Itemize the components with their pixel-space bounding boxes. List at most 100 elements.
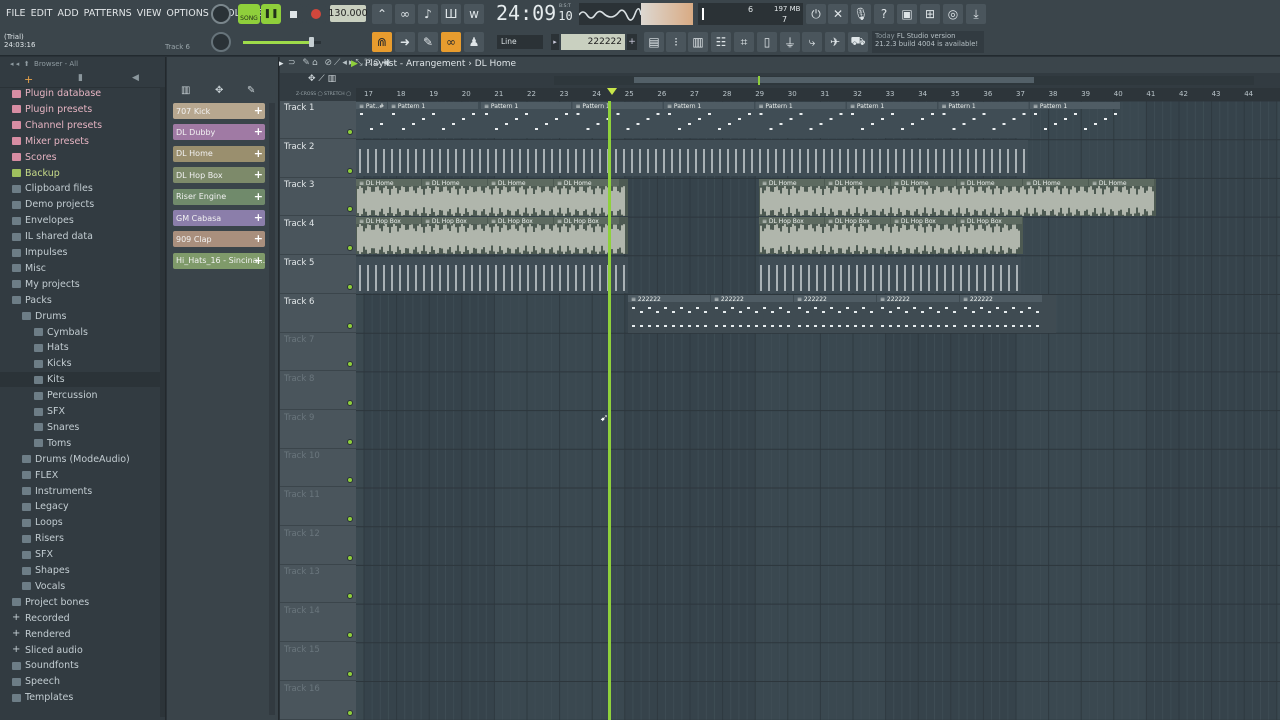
browser-item-cymbals[interactable]: Cymbals: [0, 325, 160, 340]
stamp-tool-icon[interactable]: ♟: [464, 32, 484, 52]
browser-item-misc[interactable]: Misc: [0, 261, 160, 276]
project-icon[interactable]: ▯: [757, 32, 777, 52]
horizontal-scrollbar[interactable]: [554, 76, 1254, 85]
save-icon[interactable]: ▣: [897, 4, 917, 24]
tools-icon[interactable]: ✕: [828, 4, 848, 24]
track-header[interactable]: Track 10: [280, 449, 356, 488]
browser-item-il-shared-data[interactable]: IL shared data: [0, 229, 160, 244]
browser-icon[interactable]: ⌗: [734, 32, 754, 52]
picker-item[interactable]: 909 Clap +: [173, 231, 265, 248]
menu-view[interactable]: VIEW: [137, 8, 162, 19]
browser-item-recorded[interactable]: + Recorded: [0, 611, 160, 626]
menu-add[interactable]: ADD: [58, 8, 79, 19]
picker-pencil-icon[interactable]: ✎: [247, 85, 255, 96]
track-header[interactable]: Track 5: [280, 256, 356, 294]
browser-item-flex[interactable]: FLEX: [0, 468, 160, 483]
playlist-icon[interactable]: ▤: [644, 32, 664, 52]
browser-item-channel-presets[interactable]: Channel presets: [0, 118, 160, 133]
channel-rack-icon[interactable]: ⁝: [666, 32, 686, 52]
track-mute-led[interactable]: [347, 632, 353, 639]
download-icon[interactable]: ⤓: [966, 4, 986, 24]
pencil-tool-icon[interactable]: ✎: [418, 32, 438, 52]
browser-item-drums[interactable]: Drums: [0, 309, 160, 324]
track-header[interactable]: Track 8: [280, 372, 356, 410]
tempo-display[interactable]: 130.000: [328, 5, 368, 22]
picker-item[interactable]: Riser Engine +: [173, 188, 265, 205]
picker-item[interactable]: DL Hop Box +: [173, 167, 265, 184]
menu-options[interactable]: OPTIONS: [166, 8, 208, 19]
browser-item-project-bones[interactable]: Project bones: [0, 595, 160, 610]
add-clip-icon[interactable]: +: [254, 190, 263, 203]
main-pitch-knob[interactable]: [211, 32, 231, 52]
track-header[interactable]: Track 1: [280, 101, 356, 139]
picker-item[interactable]: DL Dubby +: [173, 124, 265, 141]
microphone-icon[interactable]: 🎙: [851, 4, 871, 24]
track-header[interactable]: Track 6: [280, 295, 356, 333]
pattern-song-toggle-icon[interactable]: ⌃: [372, 4, 392, 24]
browser-item-shapes[interactable]: Shapes: [0, 563, 160, 578]
track-mute-led[interactable]: [347, 709, 353, 716]
stop-button[interactable]: [283, 4, 303, 24]
help-icon[interactable]: ?: [874, 4, 894, 24]
shop-icon[interactable]: ⛟: [848, 32, 868, 52]
browser-item-risers[interactable]: Risers: [0, 531, 160, 546]
picker-icon[interactable]: ⤷: [802, 32, 822, 52]
track-mute-led[interactable]: [347, 283, 353, 290]
browser-item-sfx[interactable]: SFX: [0, 547, 160, 562]
track-mute-led[interactable]: [347, 361, 353, 368]
browser-item-loops[interactable]: Loops: [0, 515, 160, 530]
browser-item-impulses[interactable]: Impulses: [0, 245, 160, 260]
browser-item-scores[interactable]: Scores: [0, 150, 160, 165]
add-clip-icon[interactable]: +: [254, 232, 263, 245]
add-clip-icon[interactable]: +: [254, 168, 263, 181]
browser-item-clipboard-files[interactable]: Clipboard files: [0, 181, 160, 196]
browser-item-instruments[interactable]: Instruments: [0, 484, 160, 499]
browser-item-toms[interactable]: Toms: [0, 436, 160, 451]
news-panel[interactable]: Today FL Studio version 21.2.3 build 400…: [872, 31, 984, 53]
chat-icon[interactable]: ◎: [943, 4, 963, 24]
browser-item-vocals[interactable]: Vocals: [0, 579, 160, 594]
browser-item-plugin-presets[interactable]: Plugin presets: [0, 102, 160, 117]
menu-file[interactable]: FILE: [6, 8, 26, 19]
track-mute-led[interactable]: [347, 245, 353, 252]
snap-magnet-icon[interactable]: ⋒: [372, 32, 392, 52]
track-mute-led[interactable]: [347, 322, 353, 329]
browser-item-rendered[interactable]: + Rendered: [0, 627, 160, 642]
mixer-window-icon[interactable]: ☷: [711, 32, 731, 52]
metronome-icon[interactable]: ∞: [395, 4, 415, 24]
menu-patterns[interactable]: PATTERNS: [84, 8, 132, 19]
track-header[interactable]: Track 14: [280, 604, 356, 643]
track-header[interactable]: Track 3: [280, 178, 356, 217]
snap-grid-icon[interactable]: ✥ ⟋ ▥: [308, 74, 336, 84]
playhead-marker-icon[interactable]: [607, 88, 617, 95]
picker-item[interactable]: GM Cabasa +: [173, 210, 265, 226]
track-mute-led[interactable]: [347, 438, 353, 445]
blend-notes-icon[interactable]: Ш: [441, 4, 461, 24]
browser-add-icon[interactable]: +: [24, 73, 33, 86]
browser-item-hats[interactable]: Hats: [0, 340, 160, 355]
browser-scrollbar[interactable]: [160, 87, 165, 717]
arrow-tool-icon[interactable]: ➜: [395, 32, 415, 52]
oscilloscope[interactable]: [579, 3, 641, 25]
browser-item-legacy[interactable]: Legacy: [0, 499, 160, 514]
menu-edit[interactable]: EDIT: [31, 8, 53, 19]
track-header[interactable]: Track 11: [280, 488, 356, 526]
track-header[interactable]: Track 4: [280, 217, 356, 256]
browser-item-kits[interactable]: Kits: [0, 372, 160, 388]
browser-item-envelopes[interactable]: Envelopes: [0, 213, 160, 228]
browser-item-demo-projects[interactable]: Demo projects: [0, 197, 160, 212]
browser-speaker-icon[interactable]: ◀: [132, 73, 139, 83]
touch-keyboard-icon[interactable]: ✈: [825, 32, 845, 52]
power-icon[interactable]: ⏻: [806, 4, 826, 24]
record-button[interactable]: [306, 4, 326, 24]
playlist-play-icon[interactable]: ▶: [351, 59, 358, 69]
track-header[interactable]: Track 12: [280, 527, 356, 565]
track-mute-led[interactable]: [347, 554, 353, 561]
browser-file-icon[interactable]: ▮: [78, 73, 83, 83]
browser-item-soundfonts[interactable]: Soundfonts: [0, 658, 160, 673]
add-clip-icon[interactable]: +: [254, 125, 263, 138]
track-header[interactable]: Track 2: [280, 140, 356, 178]
browser-item-percussion[interactable]: Percussion: [0, 388, 160, 403]
browser-item-sfx[interactable]: SFX: [0, 404, 160, 419]
track-header[interactable]: Track 7: [280, 333, 356, 372]
